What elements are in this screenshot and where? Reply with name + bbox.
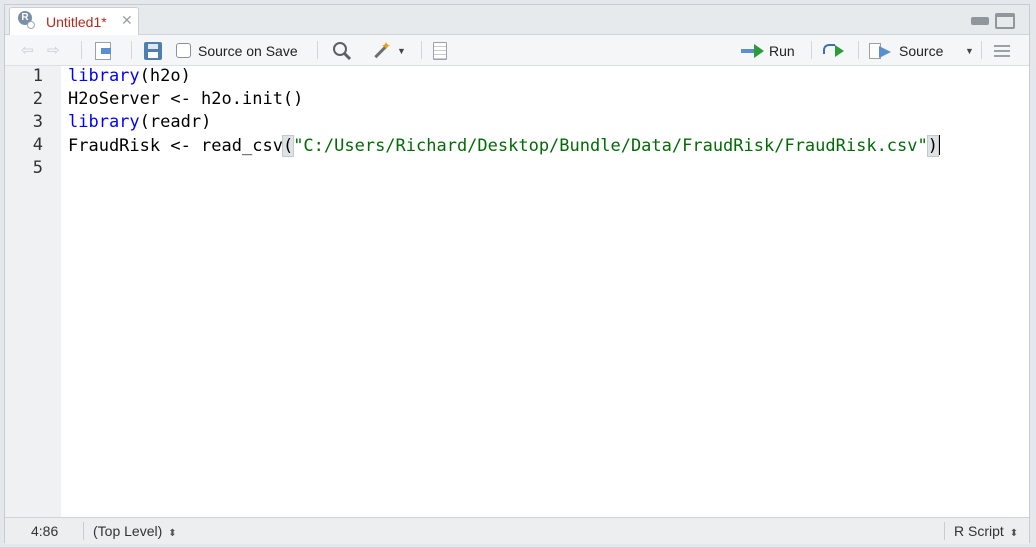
run-icon [741, 43, 765, 58]
forward-button[interactable]: ⇨ [47, 35, 65, 66]
scope-label: (Top Level) [93, 523, 163, 539]
save-icon [144, 41, 162, 60]
status-bar: 4:86 (Top Level) ⬍ R Script ⬍ [5, 517, 1029, 544]
status-divider [83, 522, 84, 540]
line-number: 4 [32, 135, 43, 155]
scope-selector[interactable]: (Top Level) ⬍ [93, 523, 177, 539]
maximize-pane-icon[interactable] [995, 13, 1015, 29]
toolbar-divider [317, 41, 318, 59]
toolbar-divider [421, 41, 422, 59]
source-button[interactable]: Source [869, 35, 943, 66]
line-number: 1 [32, 66, 43, 86]
find-replace-button[interactable] [332, 35, 352, 66]
tab-untitled1[interactable]: R Untitled1* ✕ [9, 7, 139, 35]
chevron-down-icon: ▼ [397, 45, 406, 56]
cursor-position: 4:86 [31, 523, 59, 539]
source-editor-pane: R Untitled1* ✕ ⇦ ⇨ Source on Save ✦ ▼ Ru… [4, 4, 1030, 544]
close-icon[interactable]: ✕ [121, 12, 133, 29]
source-on-save-toggle[interactable]: Source on Save [176, 35, 298, 66]
show-in-window-icon [95, 41, 111, 60]
line-number-gutter: 1 2 3 4 5 [5, 66, 61, 517]
code-text: (h2o) [139, 66, 191, 86]
toolbar-divider [981, 41, 982, 59]
forward-arrow-icon: ⇨ [47, 41, 60, 59]
source-options-dropdown[interactable]: ▼ [959, 35, 974, 66]
text-cursor [939, 135, 940, 155]
toolbar-divider [131, 41, 132, 59]
search-icon [333, 41, 352, 60]
magic-wand-icon: ✦ [369, 39, 391, 61]
code-tools-button[interactable]: ✦ ▼ [369, 35, 406, 66]
source-on-save-label: Source on Save [198, 42, 298, 59]
source-label: Source [899, 42, 944, 59]
status-divider [944, 522, 945, 540]
show-in-window-button[interactable] [95, 35, 111, 66]
toolbar-divider [858, 41, 859, 59]
editor-toolbar: ⇦ ⇨ Source on Save ✦ ▼ Run Source ▼ [5, 35, 1029, 66]
code-line[interactable]: H2oServer <- h2o.init() [68, 89, 303, 109]
back-arrow-icon: ⇦ [21, 41, 34, 59]
keyword: library [68, 112, 140, 132]
compile-report-button[interactable] [433, 35, 447, 66]
matching-paren: ) [926, 135, 940, 157]
matching-paren: ( [281, 135, 295, 157]
string-literal: "C:/Users/Richard/Desktop/Bundle/Data/Fr… [293, 136, 928, 156]
source-icon [869, 42, 893, 60]
source-on-save-checkbox[interactable] [176, 43, 191, 58]
file-type-label: R Script [954, 523, 1004, 539]
updown-icon: ⬍ [1009, 528, 1019, 539]
toolbar-divider [811, 41, 812, 59]
chevron-down-icon: ▼ [965, 45, 974, 56]
rerun-icon [823, 43, 849, 59]
code-editor[interactable]: 1 2 3 4 5 library(h2o) H2oServer <- h2o.… [5, 66, 1029, 517]
code-line[interactable]: FraudRisk <- read_csv("C:/Users/Richard/… [68, 135, 940, 157]
document-outline-button[interactable] [994, 35, 1010, 66]
keyword: library [68, 66, 140, 86]
code-text: FraudRisk <- read_csv [68, 136, 283, 156]
outline-icon [994, 44, 1010, 57]
rerun-button[interactable] [823, 35, 849, 66]
file-type-selector[interactable]: R Script ⬍ [954, 523, 1018, 539]
line-number: 3 [32, 112, 43, 132]
r-file-icon: R [18, 11, 35, 29]
run-button[interactable]: Run [741, 35, 795, 66]
code-line[interactable]: library(h2o) [68, 66, 191, 86]
save-button[interactable] [144, 35, 162, 66]
code-text: (readr) [139, 112, 212, 132]
code-text: H2oServer <- h2o.init() [68, 89, 304, 109]
tab-title: Untitled1* [46, 14, 107, 30]
line-number: 5 [32, 158, 43, 178]
updown-icon: ⬍ [168, 528, 177, 539]
tab-bar: R Untitled1* ✕ [5, 5, 1029, 35]
compile-report-icon [433, 41, 447, 60]
line-number: 2 [32, 89, 43, 109]
minimize-pane-icon[interactable] [971, 17, 989, 25]
back-button[interactable]: ⇦ [21, 35, 39, 66]
toolbar-divider [81, 41, 82, 59]
code-line[interactable]: library(readr) [68, 112, 211, 132]
run-label: Run [769, 42, 795, 59]
